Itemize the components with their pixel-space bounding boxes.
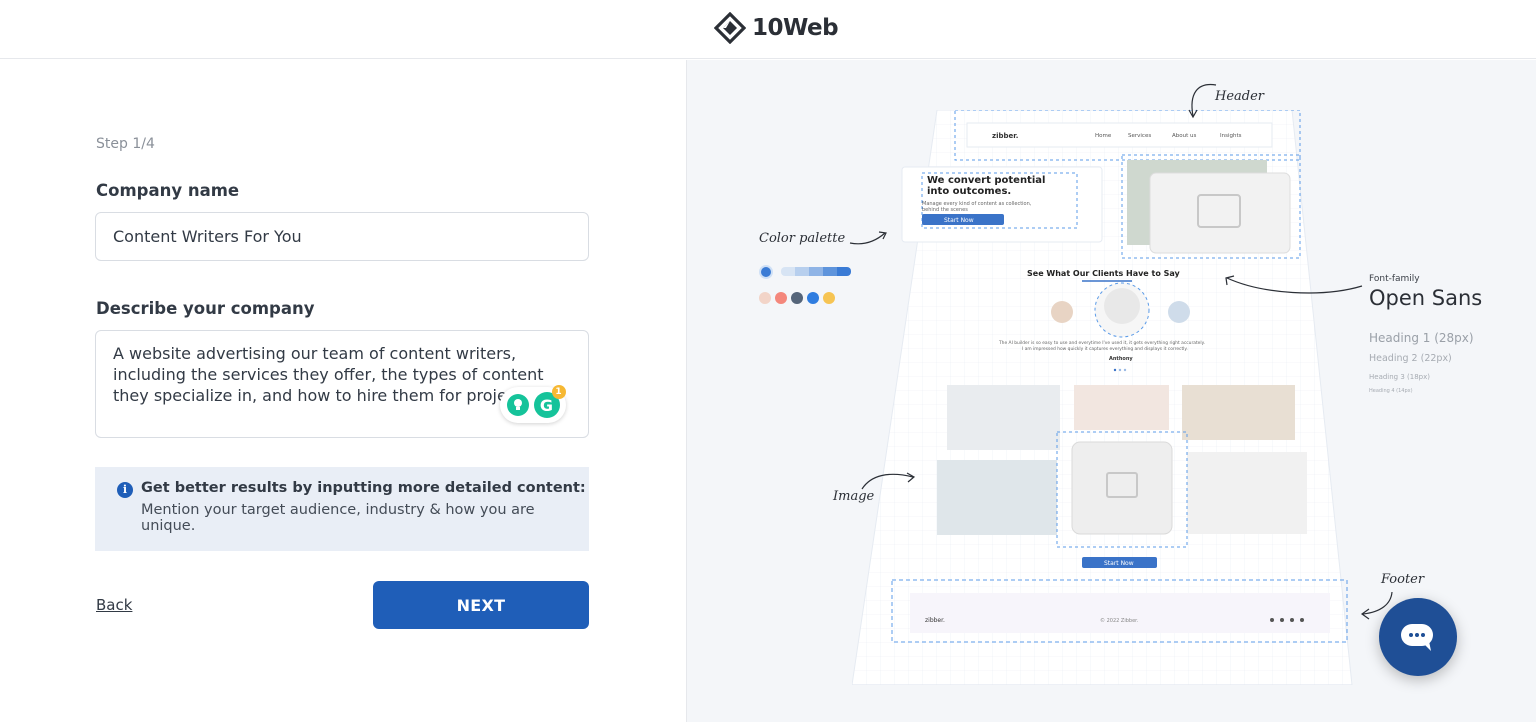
mock-quote-2: I am impressed how quickly it captures e… [1022, 346, 1188, 352]
mock-footer-logo: zibber. [925, 617, 945, 624]
top-bar: 10Web [0, 0, 1536, 59]
arrow-icon [849, 231, 887, 245]
website-preview-panel: zibber. Home Services About us Insights … [686, 60, 1536, 722]
describe-company-textarea[interactable]: A website advertising our team of conten… [95, 330, 589, 438]
heading-4-sample: Heading 4 (14px) [1369, 388, 1413, 394]
lightbulb-icon[interactable] [506, 394, 529, 416]
arrow-icon [1188, 83, 1217, 119]
company-name-label: Company name [96, 181, 240, 200]
brand-name: 10Web [752, 15, 839, 41]
heading-1-sample: Heading 1 (28px) [1369, 331, 1474, 345]
mock-nav-about: About us [1172, 133, 1196, 139]
grammarly-count-badge: 1 [551, 385, 566, 399]
grammarly-icon[interactable]: G 1 [533, 385, 566, 418]
mock-hero-title-1: We convert potential [927, 175, 1045, 186]
mock-nav-home: Home [1095, 133, 1112, 139]
palette-shades [781, 267, 851, 276]
heading-2-sample: Heading 2 (22px) [1369, 353, 1452, 364]
describe-company-text: A website advertising our team of conten… [113, 344, 544, 405]
palette-selected-check-icon[interactable] [759, 265, 773, 279]
mock-hero-cta: Start Now [944, 217, 974, 224]
grammarly-widget[interactable]: G 1 [500, 385, 566, 423]
tip-body: Mention your target audience, industry &… [141, 502, 535, 534]
mock-hero-title-2: into outcomes. [927, 186, 1011, 197]
arrow-icon [861, 472, 916, 490]
chat-bubble-icon [1401, 624, 1433, 651]
onboarding-form-panel: Step 1/4 Company name Content Writers Fo… [0, 60, 685, 722]
brand-logo[interactable]: 10Web [714, 12, 839, 44]
chat-button[interactable] [1379, 598, 1457, 676]
mock-logo: zibber. [992, 132, 1018, 140]
palette-colors[interactable] [759, 292, 835, 304]
font-family-label: Font-family [1369, 274, 1420, 284]
mock-testimonials-title: See What Our Clients Have to Say [1027, 269, 1181, 278]
annotation-color-palette: Color palette [759, 231, 846, 246]
mock-footer-copy: © 2022 Zibber. [1100, 617, 1139, 624]
website-mockup-illustration: zibber. Home Services About us Insights … [852, 110, 1353, 685]
arrow-icon [1225, 275, 1363, 294]
step-indicator: Step 1/4 [96, 136, 155, 152]
company-name-input[interactable]: Content Writers For You [95, 212, 589, 261]
mock-hero-sub-2: behind the scenes [922, 207, 968, 213]
mock-quote-1: The AI builder is so easy to use and eve… [998, 340, 1205, 346]
tip-title: Get better results by inputting more det… [141, 480, 586, 496]
back-link[interactable]: Back [96, 596, 132, 614]
annotation-footer: Footer [1381, 572, 1425, 587]
tip-box: i Get better results by inputting more d… [95, 467, 589, 551]
next-button[interactable]: NEXT [373, 581, 589, 629]
mock-cta-2: Start Now [1104, 560, 1134, 567]
heading-3-sample: Heading 3 (18px) [1369, 373, 1430, 381]
font-family-name: Open Sans [1369, 286, 1483, 310]
10web-logo-icon [714, 12, 746, 44]
mock-quote-author: Anthony [1109, 356, 1133, 362]
describe-company-label: Describe your company [96, 299, 315, 318]
info-icon: i [117, 482, 133, 498]
mock-nav-services: Services [1128, 133, 1151, 139]
mock-nav-insights: Insights [1220, 133, 1242, 139]
